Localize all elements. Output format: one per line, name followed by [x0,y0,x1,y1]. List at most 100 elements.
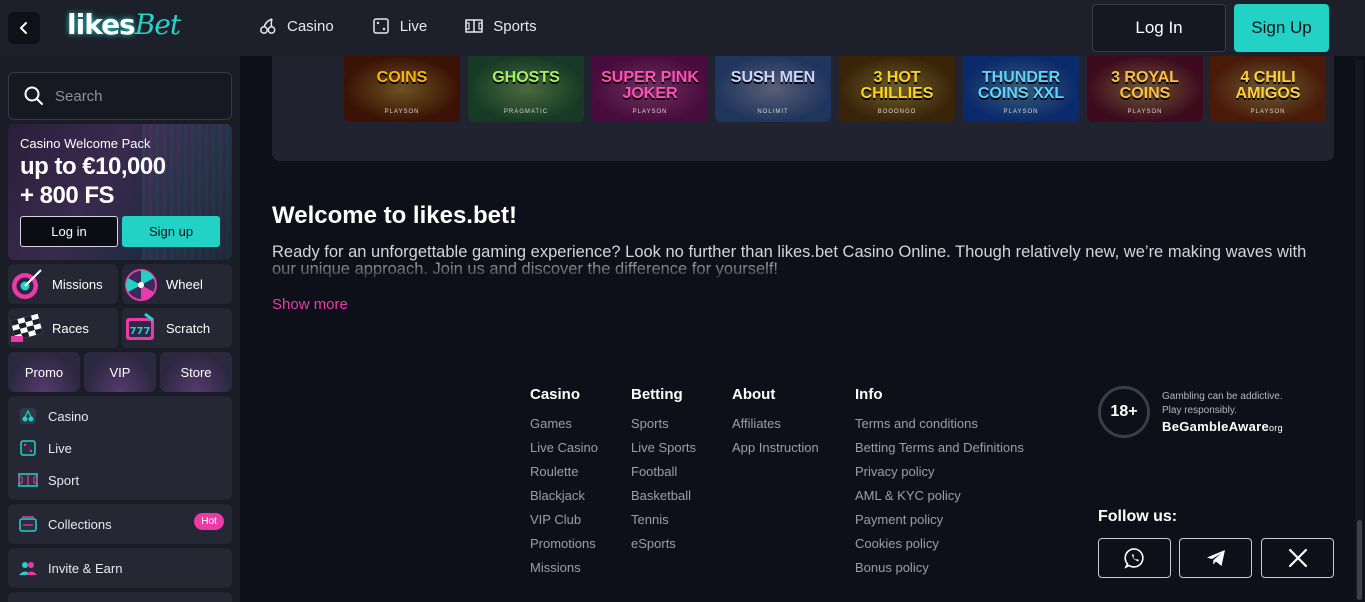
show-more-link[interactable]: Show more [272,296,348,313]
game-thumbnail[interactable]: SUSH MEN NOLIMIT [715,56,831,122]
sidebar-invite[interactable]: Invite & Earn [8,548,232,588]
sidebar-item-casino[interactable]: Casino [18,406,88,426]
tile-races[interactable]: Races [8,308,118,348]
whatsapp-button[interactable] [1098,538,1171,578]
tile-store[interactable]: Store [160,352,232,392]
collections-icon [19,516,37,532]
games-carousel: COINS PLAYSON GHOSTS PRAGMATIC SUPER PINK JO… [272,56,1334,161]
game-title: 3 ROYAL COINS [1111,69,1179,102]
game-title: SUPER PINK JOKER [601,69,699,102]
tile-promo[interactable]: Promo [8,352,80,392]
welcome-promo-card[interactable]: Casino Welcome Pack up to €10,000 + 800 … [8,124,232,260]
footer-link[interactable]: Tennis [631,512,696,536]
game-thumbnail[interactable]: THUNDER COINS XXL PLAYSON [963,56,1079,122]
footer-link[interactable]: Bonus policy [855,560,1024,584]
footer-link[interactable]: Football [631,464,696,488]
nav-live[interactable]: Live [372,17,427,35]
begambleaware-text: BeGambleAware [1162,419,1269,434]
footer-link[interactable]: AML & KYC policy [855,488,1024,512]
login-button[interactable]: Log In [1092,4,1226,52]
promo-login-button[interactable]: Log in [20,216,118,247]
promo-subtitle: Casino Welcome Pack [20,136,151,151]
footer-link[interactable]: Affiliates [732,416,819,440]
footer-link[interactable]: Promotions [530,536,598,560]
x-button[interactable] [1261,538,1334,578]
sidebar-collections[interactable]: Collections Hot [8,504,232,544]
footer-link[interactable]: Terms and conditions [855,416,1024,440]
promo-signup-button[interactable]: Sign up [122,216,220,247]
footer-col-title: Info [855,386,883,403]
game-thumbnail[interactable]: 4 CHILI AMIGOS PLAYSON [1210,56,1326,122]
nav-sports-label: Sports [493,17,537,35]
page-scrollbar-thumb[interactable] [1357,520,1362,600]
footer-col-casino: Casino Games Live Casino Roulette Blackj… [530,386,598,584]
nav-casino[interactable]: Casino [259,17,334,35]
tile-vip[interactable]: VIP [84,352,156,392]
footer-link[interactable]: Live Sports [631,440,696,464]
page-scrollbar[interactable] [1355,60,1363,600]
footer-link[interactable]: Betting Terms and Definitions [855,440,1024,464]
footer-link[interactable]: Missions [530,560,598,584]
footer-col-title: Casino [530,386,581,403]
game-title: 3 HOT CHILLIES [860,69,934,102]
game-provider: BOOONGO [877,109,917,115]
footer-link[interactable]: Live Casino [530,440,598,464]
top-header: likesBet Casino Live Sports Log In Sign … [0,0,1365,56]
dice-icon [372,18,389,34]
tile-missions[interactable]: Missions [8,264,118,304]
game-title: SUSH MEN [730,69,816,86]
tile-wheel-label: Wheel [166,276,203,292]
footer-link[interactable]: Games [530,416,598,440]
back-button[interactable] [8,12,40,44]
tile-scratch-label: Scratch [166,320,211,336]
race-flag-icon [8,309,46,347]
logo-text-accent: Bet [134,8,181,41]
x-icon [1288,548,1307,568]
footer-link[interactable]: Cookies policy [855,536,1024,560]
main-content: COINS PLAYSON GHOSTS PRAGMATIC SUPER PINK JO… [240,56,1365,602]
game-thumbnail[interactable]: 3 ROYAL COINS PLAYSON [1087,56,1203,122]
footer-link[interactable]: Sports [631,416,696,440]
footer-col-betting: Betting Sports Live Sports Football Bask… [631,386,696,560]
footer-link[interactable]: Privacy policy [855,464,1024,488]
football-pitch-icon [465,19,483,33]
game-provider: PLAYSON [1250,109,1286,115]
footer-col-about: About Affiliates App Instruction [732,386,819,464]
logo[interactable]: likesBet [67,8,181,41]
telegram-icon [1206,550,1225,566]
footer-link[interactable]: VIP Club [530,512,598,536]
game-provider: PLAYSON [1127,109,1163,115]
footer-link[interactable]: Basketball [631,488,696,512]
footer-link[interactable]: Payment policy [855,512,1024,536]
game-thumbnail[interactable]: 3 HOT CHILLIES BOOONGO [839,56,955,122]
follow-us-label: Follow us: [1098,508,1178,525]
footer-col-info: Info Terms and conditions Betting Terms … [855,386,1024,584]
game-thumbnail[interactable]: COINS PLAYSON [344,56,460,122]
app-root: likesBet Casino Live Sports Log In Sign … [0,0,1365,602]
game-thumbnail[interactable]: GHOSTS PRAGMATIC [468,56,584,122]
sidebar-item-live-label: Live [48,440,72,456]
begambleaware-logo[interactable]: BeGambleAwareorg [1162,419,1283,434]
telegram-button[interactable] [1179,538,1252,578]
sidebar-item-live[interactable]: Live [18,438,72,458]
footer-link[interactable]: App Instruction [732,440,819,464]
footer-link[interactable]: Roulette [530,464,598,488]
whatsapp-icon [1123,548,1144,569]
scratch-card-icon: 777 [122,309,160,347]
tile-scratch[interactable]: 777 Scratch [122,308,232,348]
signup-button[interactable]: Sign Up [1234,4,1329,52]
sidebar-item-sport-label: Sport [48,472,80,488]
wheel-icon [122,265,160,303]
footer-link[interactable]: eSports [631,536,696,560]
promo-headline: up to €10,000 + 800 FS [20,152,166,210]
tile-wheel[interactable]: Wheel [122,264,232,304]
age-restriction-badge: 18+ [1098,386,1150,438]
game-title: 4 CHILI AMIGOS [1235,69,1301,102]
sidebar-item-sport[interactable]: Sport [18,470,79,490]
search-input[interactable]: Search [8,72,232,120]
footer-link[interactable]: Blackjack [530,488,598,512]
game-thumbnail[interactable]: SUPER PINK JOKER PLAYSON [592,56,708,122]
nav-sports[interactable]: Sports [465,17,537,35]
tile-missions-label: Missions [52,276,103,292]
game-provider: NOLIMIT [757,109,789,115]
